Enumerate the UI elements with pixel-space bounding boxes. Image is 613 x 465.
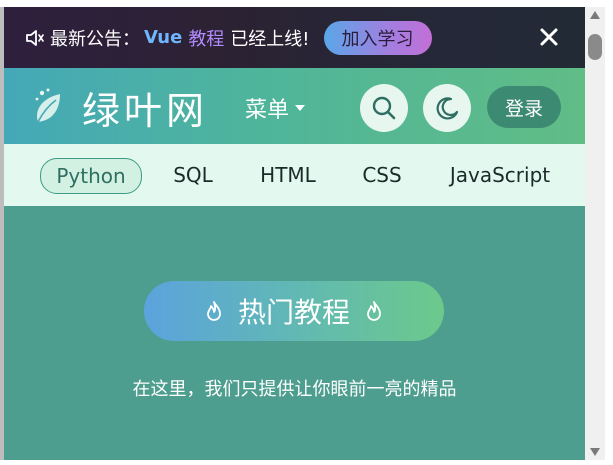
scroll-up-arrow-icon[interactable]: [590, 11, 600, 19]
join-learning-button[interactable]: 加入学习: [323, 20, 432, 55]
scroll-thumb[interactable]: [588, 34, 602, 60]
site-header: 绿叶网 菜单 登录: [4, 68, 585, 144]
scroll-down-arrow-icon[interactable]: [590, 448, 600, 456]
moon-icon: [436, 97, 459, 120]
announcement-vue: Vue: [144, 27, 183, 48]
tab-css[interactable]: CSS: [358, 158, 406, 192]
hot-tutorials-button[interactable]: 热门教程: [144, 281, 444, 341]
hot-tutorials-label: 热门教程: [237, 296, 350, 329]
login-button[interactable]: 登录: [487, 86, 561, 128]
flame-icon: [367, 301, 381, 321]
tab-python[interactable]: Python: [40, 158, 142, 194]
close-icon[interactable]: [535, 23, 563, 51]
flame-icon: [207, 301, 221, 321]
category-tabs: Python SQL HTML CSS JavaScript: [4, 144, 585, 206]
vertical-scrollbar[interactable]: [585, 7, 605, 460]
speaker-muted-icon: [24, 27, 46, 49]
leaf-logo-icon[interactable]: [32, 86, 66, 126]
tab-sql[interactable]: SQL: [168, 158, 218, 192]
site-brand[interactable]: 绿叶网: [82, 80, 208, 135]
search-icon: [372, 96, 396, 120]
tab-javascript[interactable]: JavaScript: [446, 158, 554, 192]
menu-label: 菜单: [245, 98, 290, 123]
caret-down-icon: [295, 105, 306, 111]
announcement-tutorial: 教程: [188, 28, 225, 50]
tagline-text: 在这里，我们只提供让你眼前一亮的精品: [132, 379, 457, 400]
tab-html[interactable]: HTML: [255, 158, 321, 192]
announcement-suffix: 已经上线!: [230, 28, 310, 50]
menu-dropdown[interactable]: 菜单: [245, 92, 306, 124]
theme-toggle-button[interactable]: [423, 84, 471, 132]
search-button[interactable]: [360, 84, 408, 132]
page-viewport: 最新公告： Vue 教程 已经上线! 加入学习 绿叶网 菜单 登录 Python…: [4, 7, 585, 460]
announcement-bar: 最新公告： Vue 教程 已经上线! 加入学习: [4, 7, 585, 68]
announcement-prefix: 最新公告：: [50, 28, 140, 50]
